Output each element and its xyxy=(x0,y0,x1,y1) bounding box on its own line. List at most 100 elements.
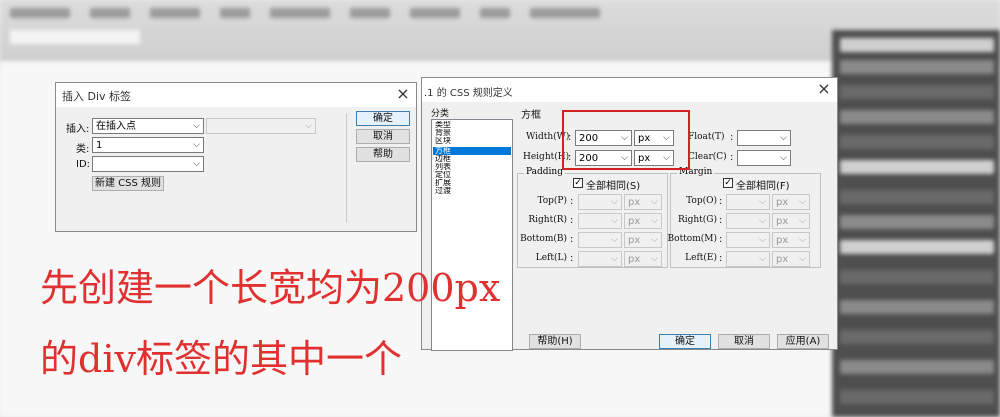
chevron-down-icon: ⌵ xyxy=(193,159,200,169)
width-input[interactable]: 200 ⌵ xyxy=(575,130,632,146)
category-box[interactable]: 方框 xyxy=(433,147,511,155)
chevron-down-icon: ⌵ xyxy=(611,216,618,226)
category-background[interactable]: 背景 xyxy=(433,129,511,137)
chevron-down-icon: ⌵ xyxy=(305,121,312,131)
margin-right-colon: : xyxy=(719,215,723,226)
float-select[interactable]: ⌵ xyxy=(737,130,791,146)
padding-left-label: Left(L) xyxy=(535,253,567,263)
margin-left-input[interactable]: ⌵ xyxy=(726,251,770,267)
new-css-rule-button[interactable]: 新建 CSS 规则 xyxy=(92,176,164,191)
clear-label: Clear(C) xyxy=(688,152,727,162)
padding-right-input[interactable]: ⌵ xyxy=(578,213,622,229)
chevron-down-icon: ⌵ xyxy=(799,216,806,226)
padding-top-unit[interactable]: px ⌵ xyxy=(624,194,662,210)
padding-bottom-unit[interactable]: px ⌵ xyxy=(624,232,662,248)
section-title: 方框 xyxy=(521,110,541,121)
chevron-down-icon: ⌵ xyxy=(611,254,618,264)
padding-right-colon: : xyxy=(570,215,574,226)
float-colon: : xyxy=(730,132,734,143)
category-type[interactable]: 类型 xyxy=(433,121,511,129)
height-label: Height(H) xyxy=(523,152,570,162)
category-list[interactable]: 类型 背景 区块 方框 边框 列表 定位 扩展 过渡 xyxy=(431,119,513,351)
padding-left-unit-value: px xyxy=(628,254,641,265)
id-label: ID: xyxy=(76,159,91,170)
width-label: Width(W) xyxy=(526,132,570,142)
css-dialog-titlebar: .1 的 CSS 规则定义 × xyxy=(422,78,837,102)
insert-position-value: 在插入点 xyxy=(96,121,136,132)
insert-div-title: 插入 Div 标签 xyxy=(62,90,132,103)
margin-top-label: Top(O) xyxy=(686,196,717,206)
padding-top-label: Top(P) xyxy=(537,196,567,206)
cancel-button[interactable]: 取消 xyxy=(718,334,770,349)
help-button[interactable]: 帮助 xyxy=(356,147,410,162)
height-unit-select[interactable]: px ⌵ xyxy=(634,150,674,166)
margin-top-unit[interactable]: px ⌵ xyxy=(772,194,810,210)
ok-button[interactable]: 确定 xyxy=(356,111,410,126)
category-positioning[interactable]: 定位 xyxy=(433,171,511,179)
margin-left-unit-value: px xyxy=(776,254,789,265)
chevron-down-icon: ⌵ xyxy=(759,197,766,207)
margin-bottom-unit[interactable]: px ⌵ xyxy=(772,232,810,248)
padding-bottom-colon: : xyxy=(570,234,574,245)
class-select[interactable]: 1 ⌵ xyxy=(92,137,204,153)
chevron-down-icon: ⌵ xyxy=(663,153,670,163)
margin-left-unit[interactable]: px ⌵ xyxy=(772,251,810,267)
padding-same-checkbox[interactable]: ✓ xyxy=(573,178,583,188)
close-icon[interactable]: × xyxy=(813,79,835,99)
padding-right-unit[interactable]: px ⌵ xyxy=(624,213,662,229)
padding-bottom-label: Bottom(B) xyxy=(520,234,567,244)
margin-same-checkbox[interactable]: ✓ xyxy=(723,178,733,188)
margin-bottom-colon: : xyxy=(719,234,723,245)
category-transition[interactable]: 过渡 xyxy=(433,187,511,195)
chevron-down-icon: ⌵ xyxy=(193,121,200,131)
insert-label: 插入: xyxy=(66,124,90,135)
clear-select[interactable]: ⌵ xyxy=(737,150,791,166)
chevron-down-icon: ⌵ xyxy=(780,153,787,163)
category-list-style[interactable]: 列表 xyxy=(433,163,511,171)
margin-same-label: 全部相同(F) xyxy=(736,181,790,192)
insert-div-separator xyxy=(346,113,347,223)
margin-title: Margin xyxy=(677,167,715,177)
chevron-down-icon: ⌵ xyxy=(621,133,628,143)
float-label: Float(T) xyxy=(688,132,725,142)
category-extensions[interactable]: 扩展 xyxy=(433,179,511,187)
id-select[interactable]: ⌵ xyxy=(92,156,204,172)
margin-right-input[interactable]: ⌵ xyxy=(726,213,770,229)
padding-right-label: Right(R) xyxy=(528,215,567,225)
width-unit-select[interactable]: px ⌵ xyxy=(634,130,674,146)
margin-right-label: Right(G) xyxy=(677,215,717,225)
height-input[interactable]: 200 ⌵ xyxy=(575,150,632,166)
width-value: 200 xyxy=(579,133,599,144)
chevron-down-icon: ⌵ xyxy=(611,235,618,245)
margin-top-input[interactable]: ⌵ xyxy=(726,194,770,210)
chevron-down-icon: ⌵ xyxy=(621,153,628,163)
category-block[interactable]: 区块 xyxy=(433,137,511,145)
chevron-down-icon: ⌵ xyxy=(799,254,806,264)
css-dialog-title: .1 的 CSS 规则定义 xyxy=(424,88,513,99)
category-border[interactable]: 边框 xyxy=(433,155,511,163)
padding-top-unit-value: px xyxy=(628,197,641,208)
chevron-down-icon: ⌵ xyxy=(193,140,200,150)
chevron-down-icon: ⌵ xyxy=(799,235,806,245)
padding-group: Padding ✓ 全部相同(S) Top(P) : ⌵ px ⌵ Right(R… xyxy=(517,167,668,268)
padding-bottom-input[interactable]: ⌵ xyxy=(578,232,622,248)
help-button[interactable]: 帮助(H) xyxy=(529,334,581,349)
padding-top-input[interactable]: ⌵ xyxy=(578,194,622,210)
margin-bottom-unit-value: px xyxy=(776,235,789,246)
apply-button[interactable]: 应用(A) xyxy=(777,334,829,349)
height-colon: : xyxy=(568,152,572,163)
close-icon[interactable]: × xyxy=(392,84,414,104)
padding-left-input[interactable]: ⌵ xyxy=(578,251,622,267)
chevron-down-icon: ⌵ xyxy=(611,197,618,207)
padding-left-unit[interactable]: px ⌵ xyxy=(624,251,662,267)
insert-target-select[interactable]: ⌵ xyxy=(206,118,316,134)
padding-right-unit-value: px xyxy=(628,216,641,227)
margin-bottom-input[interactable]: ⌵ xyxy=(726,232,770,248)
category-header: 分类 xyxy=(431,109,450,119)
insert-position-select[interactable]: 在插入点 ⌵ xyxy=(92,118,204,134)
ok-button[interactable]: 确定 xyxy=(659,334,711,349)
background-document-tab xyxy=(10,30,140,44)
cancel-button[interactable]: 取消 xyxy=(356,129,410,144)
margin-right-unit[interactable]: px ⌵ xyxy=(772,213,810,229)
chevron-down-icon: ⌵ xyxy=(651,216,658,226)
